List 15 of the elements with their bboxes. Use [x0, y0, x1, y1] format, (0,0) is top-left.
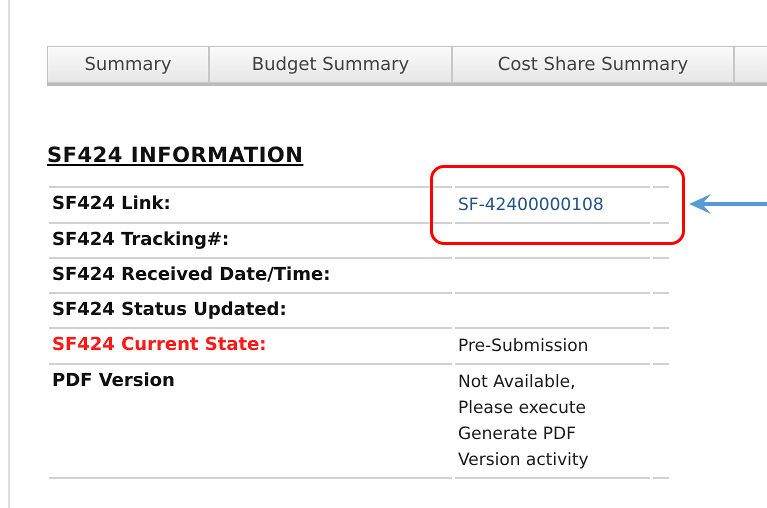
tab[interactable]: Cost Share Summary — [452, 46, 734, 83]
field-label: PDF Version — [52, 370, 175, 390]
link[interactable]: SF-42400000108 — [458, 192, 604, 218]
field-label: SF424 Tracking#: — [52, 228, 230, 250]
field-label: SF424 Status Updated: — [52, 298, 287, 320]
field-label: SF424 Received Date/Time: — [52, 264, 330, 284]
field-value: Not Available, Please execute Generate PDF Version activity — [458, 370, 590, 472]
tab[interactable]: Summary — [47, 46, 209, 83]
tab[interactable]: Budget Summary — [209, 46, 452, 83]
tab[interactable] — [734, 46, 767, 83]
section-title: SF424 INFORMATION — [47, 142, 304, 169]
field-label: SF424 Link: — [52, 192, 171, 214]
field-value: Pre-Submission — [458, 334, 590, 358]
arrow-icon — [689, 192, 767, 214]
field-label: SF424 Current State: — [52, 334, 266, 354]
